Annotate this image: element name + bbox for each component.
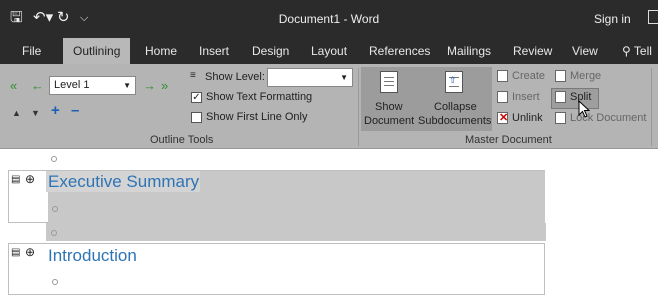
show-text-formatting-label: Show Text Formatting [206,91,313,103]
subdocument-icon[interactable]: ▤ [11,174,20,185]
tab-review[interactable]: Review [513,38,552,64]
demote-to-body-text-icon[interactable]: » [161,79,168,93]
merge-button[interactable]: Merge [570,70,601,82]
promote-icon[interactable]: ← [31,79,44,93]
outline-bullet-icon[interactable] [52,279,58,285]
chevron-down-icon: ▼ [123,81,131,90]
heading-introduction[interactable]: Introduction [48,246,137,266]
show-document-line1[interactable]: Show [375,101,403,113]
restore-window-icon[interactable] [648,10,658,24]
document-title: Document1 - Word [278,12,380,26]
insert-button[interactable]: Insert [512,91,540,103]
create-icon [497,70,508,82]
move-down-icon[interactable]: ▼ [31,106,40,120]
lock-document-icon [555,112,566,124]
outline-level-dropdown[interactable]: Level 1 ▼ [49,76,136,95]
selection-highlight [200,171,545,192]
collapse-subdocuments-line2[interactable]: Subdocuments [418,115,491,127]
subdocument-icon[interactable]: ▤ [11,247,20,258]
tab-outlining[interactable]: Outlining [63,38,131,64]
outline-bullet-icon[interactable] [51,230,57,236]
tab-layout[interactable]: Layout [311,38,347,64]
show-first-line-only-checkbox[interactable] [191,112,202,123]
document-area[interactable]: Executive Summary ▤ ⊕ Introduction ▤ ⊕ [0,149,658,301]
collapse-subdocuments-icon: ⇧ [445,71,463,93]
mouse-cursor-icon [578,100,590,118]
group-divider [358,68,359,146]
outline-tools-group-label: Outline Tools [150,134,214,146]
subdocument-frame: Executive Summary [8,170,545,223]
show-first-line-only-label: Show First Line Only [206,111,308,123]
master-document-group-label: Master Document [465,134,552,146]
insert-subdocument-icon [497,91,508,103]
tab-file[interactable]: File [22,38,41,64]
show-text-formatting-checkbox[interactable]: ✓ [191,92,202,103]
collapse-icon[interactable]: – [71,103,79,118]
expand-plus-icon[interactable]: ⊕ [25,245,35,259]
show-document-icon [380,71,398,93]
selection-highlight [46,223,546,241]
create-button[interactable]: Create [512,70,545,82]
group-divider [651,68,652,146]
show-level-icon: ≡ [190,70,196,81]
selection-highlight [48,192,545,223]
tab-home[interactable]: Home [145,38,177,64]
move-up-icon[interactable]: ▲ [12,106,21,120]
tab-view[interactable]: View [572,38,598,64]
merge-icon [555,70,566,82]
chevron-down-icon: ▼ [340,73,348,82]
show-level-dropdown[interactable]: ▼ [267,68,353,87]
demote-icon[interactable]: → [143,79,156,93]
tab-references[interactable]: References [369,38,430,64]
expand-plus-icon[interactable]: ⊕ [25,172,35,186]
tab-insert[interactable]: Insert [199,38,229,64]
outline-level-value: Level 1 [54,79,90,91]
expand-icon[interactable]: + [51,103,60,118]
lightbulb-icon: ⚲ [622,44,631,58]
ribbon-tabs: File Outlining Home Insert Design Layout… [0,38,658,64]
tell-me-box[interactable]: ⚲ Tell [622,38,652,64]
tab-design[interactable]: Design [252,38,289,64]
show-level-label: Show Level: [205,71,265,83]
promote-to-heading1-icon[interactable]: « [10,79,17,93]
sign-in-link[interactable]: Sign in [594,12,631,26]
split-icon [555,91,566,103]
heading-executive-summary[interactable]: Executive Summary [48,172,199,192]
collapse-subdocuments-line1[interactable]: Collapse [434,101,477,113]
tell-me-label: Tell [633,44,652,58]
unlink-icon: ✕ [497,112,509,124]
tab-mailings[interactable]: Mailings [447,38,491,64]
outline-bullet-icon[interactable] [52,206,58,212]
outline-bullet-icon[interactable] [51,156,57,162]
show-document-line2[interactable]: Document [364,115,414,127]
subdocument-frame: Introduction [8,243,545,295]
unlink-button[interactable]: Unlink [512,112,543,124]
title-bar: 🖫 ↶▾ ↻ ⌵ Document1 - Word Sign in [0,0,658,38]
ribbon: « ← Level 1 ▼ → » ▲ ▼ + – ≡ Show Level: … [0,64,658,149]
